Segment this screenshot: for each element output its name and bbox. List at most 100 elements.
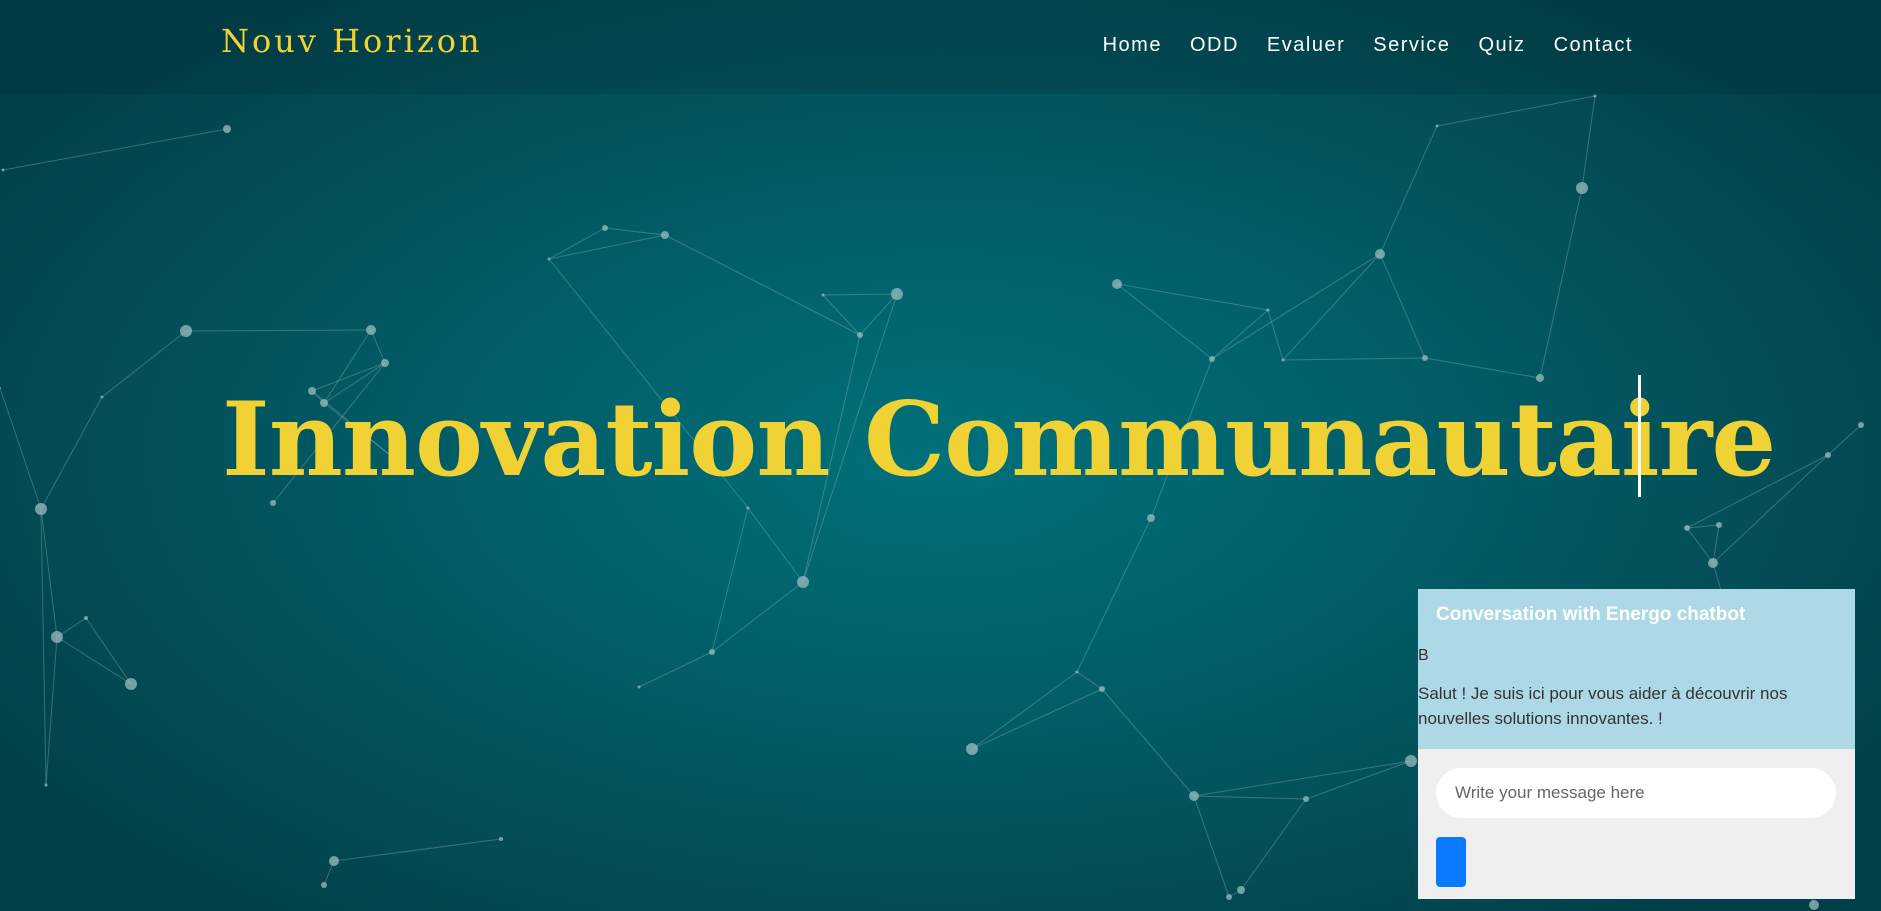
network-node (1375, 249, 1385, 259)
network-link (711, 507, 749, 653)
network-link (101, 330, 187, 398)
network-node (1237, 886, 1245, 894)
network-link (1282, 357, 1426, 361)
network-link (548, 227, 606, 260)
network-node (1303, 796, 1309, 802)
network-node (1684, 525, 1690, 531)
network-link (40, 396, 103, 510)
network-link (2, 128, 228, 171)
chat-header-title: Conversation with Energo chatbot (1436, 604, 1746, 625)
network-node (1593, 94, 1597, 98)
network-link (1305, 760, 1412, 800)
network-node (547, 257, 551, 261)
network-node (499, 837, 503, 841)
network-link (1379, 253, 1426, 359)
network-link (1539, 187, 1583, 379)
network-node (1825, 452, 1831, 458)
network-node (223, 125, 231, 133)
network-node (1226, 894, 1232, 900)
network-link (822, 293, 898, 296)
network-node (1716, 522, 1722, 528)
network-link (1193, 760, 1412, 797)
network-link (971, 688, 1103, 750)
nav-home-link[interactable]: Home (1103, 34, 1162, 57)
network-link (370, 329, 386, 364)
network-node (797, 576, 809, 588)
network-link (711, 581, 804, 653)
network-link (1581, 95, 1596, 189)
network-link (1267, 309, 1284, 361)
network-link (85, 617, 132, 685)
network-node (381, 359, 389, 367)
main-nav: Home ODD Evaluer Service Quiz Contact (1103, 34, 1633, 57)
network-link (971, 671, 1078, 750)
network-link (40, 508, 47, 786)
navbar: Nouv Horizon Home ODD Evaluer Service Qu… (0, 0, 1881, 94)
network-node (100, 395, 104, 399)
network-link (1193, 795, 1230, 898)
network-node (1281, 358, 1285, 362)
network-node (321, 882, 327, 888)
network-link (1827, 424, 1862, 456)
network-link (747, 507, 804, 583)
network-node (1809, 900, 1819, 910)
network-link (1712, 524, 1720, 564)
network-link (0, 387, 42, 510)
network-node (637, 685, 641, 689)
network-node (821, 293, 825, 297)
network-node (1209, 356, 1215, 362)
nav-evaluer-link[interactable]: Evaluer (1267, 34, 1345, 57)
chat-bot-message: Salut ! Je suis ici pour vous aider à dé… (1418, 684, 1788, 728)
chat-send-button[interactable] (1436, 837, 1466, 887)
hero-title: Innovation Communautaire (222, 380, 1776, 500)
network-node (84, 616, 88, 620)
network-node (270, 500, 276, 506)
nav-service-link[interactable]: Service (1373, 34, 1450, 57)
network-link (664, 234, 861, 336)
network-node (709, 649, 715, 655)
network-node (1189, 791, 1199, 801)
chat-message-sender: B (1418, 647, 1429, 664)
network-link (1116, 283, 1213, 360)
network-node (0, 387, 1, 389)
network-link (1211, 309, 1269, 360)
network-link (1436, 95, 1596, 127)
network-link (859, 293, 898, 336)
network-node (366, 325, 376, 335)
network-link (1379, 125, 1438, 255)
network-link (45, 636, 58, 786)
network-node (1435, 124, 1439, 128)
network-link (638, 651, 713, 688)
network-node (1099, 686, 1105, 692)
chat-message-input[interactable] (1436, 768, 1836, 818)
network-link (822, 294, 861, 336)
network-node (966, 743, 978, 755)
network-node (1405, 755, 1417, 767)
network-node (125, 678, 137, 690)
network-link (1424, 357, 1541, 379)
network-node (35, 503, 47, 515)
network-link (1101, 688, 1195, 797)
nav-quiz-link[interactable]: Quiz (1478, 34, 1525, 57)
typing-caret (1638, 375, 1641, 497)
network-node (746, 506, 750, 510)
network-node (1708, 558, 1718, 568)
network-link (1240, 798, 1307, 891)
network-link (1076, 671, 1103, 690)
network-node (180, 325, 192, 337)
brand-logo[interactable]: Nouv Horizon (221, 22, 483, 60)
nav-odd-link[interactable]: ODD (1190, 34, 1239, 57)
network-node (1, 168, 5, 172)
network-node (1147, 514, 1155, 522)
network-node (1112, 279, 1122, 289)
chat-conversation-panel: Conversation with Energo chatbot B Salut… (1418, 589, 1855, 749)
network-node (1422, 355, 1428, 361)
network-link (1076, 517, 1152, 673)
network-link (1686, 527, 1714, 564)
network-link (185, 329, 372, 332)
nav-contact-link[interactable]: Contact (1554, 34, 1633, 57)
network-link (1282, 253, 1381, 361)
network-link (1211, 253, 1381, 360)
network-node (1576, 182, 1588, 194)
network-node (1075, 670, 1079, 674)
